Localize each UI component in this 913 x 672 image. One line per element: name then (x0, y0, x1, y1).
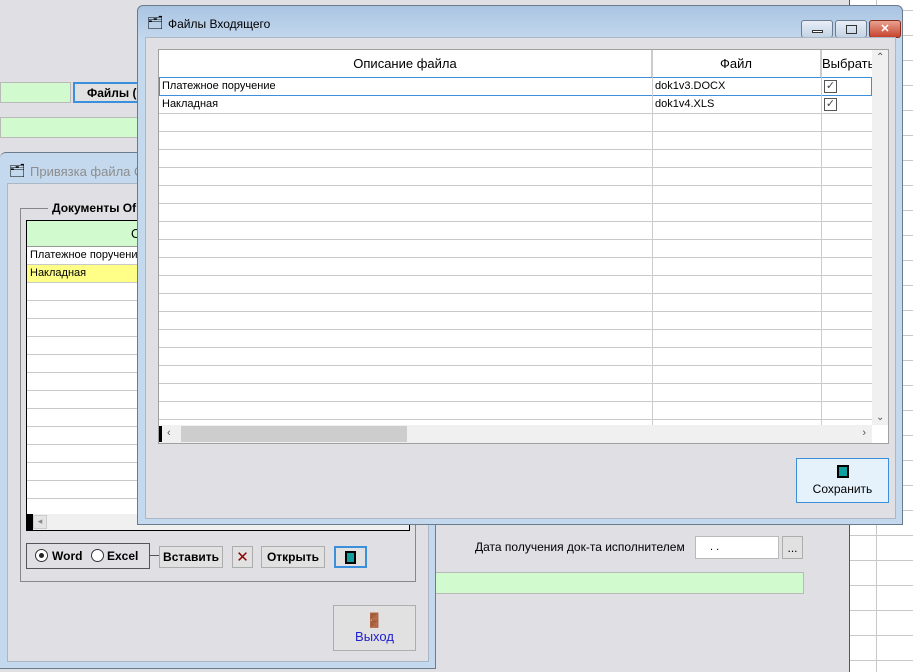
table-row[interactable] (159, 330, 872, 348)
files-grid[interactable]: Описание файла Файл Выбрать Платежное по… (158, 49, 889, 444)
documents-group-title: Документы Of (48, 201, 141, 215)
row-file: dok1v3.DOCX (655, 80, 726, 92)
green-strip (0, 117, 140, 138)
column-header-description[interactable]: Описание файла (159, 50, 652, 78)
radio-excel[interactable] (91, 549, 104, 562)
scroll-left-icon[interactable]: ◂ (33, 515, 47, 529)
table-row[interactable] (159, 132, 872, 150)
radio-word[interactable] (35, 549, 48, 562)
table-row[interactable] (159, 204, 872, 222)
close-button[interactable]: ✕ (869, 20, 901, 38)
delete-button[interactable]: ✕ (232, 546, 253, 568)
files-tab-label: Файлы (1 (87, 85, 144, 100)
files-dialog-body: Описание файла Файл Выбрать Платежное по… (145, 37, 896, 519)
hscroll-thumb[interactable] (181, 426, 407, 442)
table-row[interactable] (159, 240, 872, 258)
minimize-icon (812, 30, 823, 33)
maximize-icon (846, 25, 857, 34)
floppy-icon (345, 550, 356, 564)
table-row[interactable] (159, 150, 872, 168)
files-dialog: 🗂 Файлы Входящего ✕ Описание файла Файл … (137, 5, 903, 525)
radio-word-label[interactable]: Word (52, 549, 82, 563)
table-row[interactable] (159, 348, 872, 366)
close-icon: ✕ (880, 23, 890, 35)
table-row[interactable] (159, 114, 872, 132)
table-row[interactable] (159, 276, 872, 294)
x-icon: ✕ (236, 549, 249, 566)
window-icon: 🗂 (147, 15, 164, 30)
table-row[interactable] (159, 402, 872, 420)
green-field[interactable] (0, 82, 71, 103)
table-row[interactable] (159, 222, 872, 240)
format-radio-group: Word Excel (26, 543, 150, 569)
scroll-down-icon[interactable]: ⌄ (876, 412, 884, 423)
row-description: Накладная (162, 98, 219, 110)
divider (150, 555, 159, 556)
scroll-right-icon[interactable]: › (862, 427, 866, 439)
exit-label: Выход (355, 629, 394, 644)
save-small-button[interactable] (334, 546, 367, 568)
floppy-icon (836, 465, 849, 478)
table-row[interactable] (159, 384, 872, 402)
green-field-bottom[interactable] (430, 572, 804, 594)
table-row[interactable] (159, 258, 872, 276)
table-row[interactable]: Накладная dok1v4.XLS ✓ (159, 96, 872, 114)
select-checkbox[interactable]: ✓ (824, 98, 837, 111)
radio-excel-label[interactable]: Excel (107, 549, 138, 563)
files-dialog-title: Файлы Входящего (168, 17, 271, 31)
scroll-up-icon[interactable]: ⌃ (876, 52, 884, 63)
table-row[interactable] (159, 312, 872, 330)
table-row[interactable] (159, 294, 872, 312)
scroll-left-icon[interactable]: ‹ (167, 427, 171, 439)
column-header-file[interactable]: Файл (652, 50, 821, 78)
bind-dialog-title: Привязка файла Of (30, 164, 148, 179)
select-checkbox[interactable]: ✓ (824, 80, 837, 93)
table-row[interactable]: Платежное поручение dok1v3.DOCX ✓ (159, 77, 872, 96)
table-row[interactable] (159, 168, 872, 186)
save-button[interactable]: Сохранить (796, 458, 889, 503)
exit-button[interactable]: 🚪 Выход (333, 605, 416, 651)
row-description: Платежное поручение (162, 80, 276, 92)
files-grid-header: Описание файла Файл Выбрать (159, 50, 874, 78)
save-label: Сохранить (812, 482, 873, 496)
date-input[interactable]: . . (695, 536, 779, 559)
date-label: Дата получения док-та исполнителем (475, 540, 685, 554)
row-file: dok1v4.XLS (655, 98, 715, 110)
open-button[interactable]: Открыть (261, 546, 325, 568)
date-picker-button[interactable]: ... (782, 536, 803, 559)
column-header-select[interactable]: Выбрать (821, 50, 874, 78)
insert-button[interactable]: Вставить (159, 546, 223, 568)
files-hscrollbar[interactable]: ‹ › (159, 425, 872, 443)
maximize-button[interactable] (835, 20, 867, 38)
table-row[interactable] (159, 366, 872, 384)
files-vscrollbar[interactable]: ⌃ ⌄ (872, 50, 888, 425)
window-icon: 🗂 (9, 163, 26, 178)
table-row[interactable] (159, 186, 872, 204)
exit-door-icon: 🚪 (365, 612, 384, 628)
minimize-button[interactable] (801, 20, 833, 38)
